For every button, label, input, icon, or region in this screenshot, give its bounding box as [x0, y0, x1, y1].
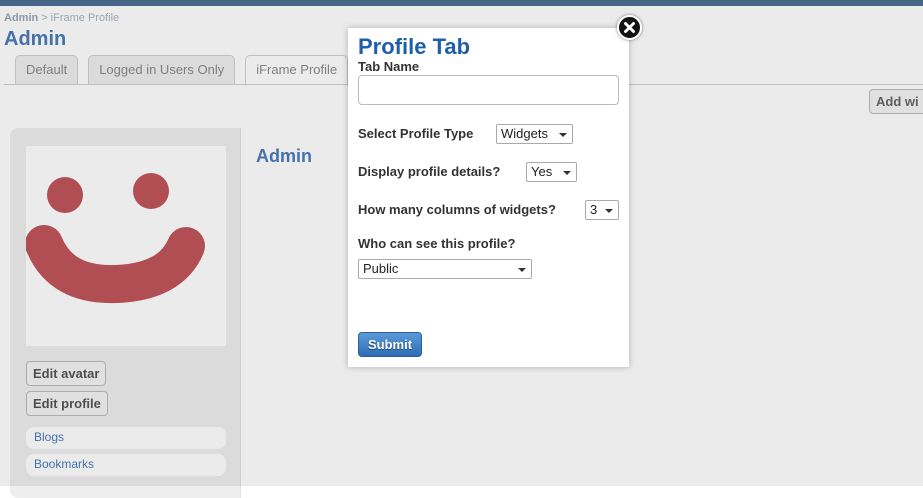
- close-modal-button[interactable]: [617, 15, 642, 40]
- profile-type-value: Widgets: [501, 126, 548, 141]
- display-details-label: Display profile details?: [358, 164, 501, 179]
- close-icon: [624, 22, 635, 33]
- chevron-down-icon: [518, 268, 526, 272]
- chevron-down-icon: [605, 209, 613, 213]
- tab-name-input[interactable]: [358, 75, 619, 105]
- visibility-label: Who can see this profile?: [358, 236, 516, 251]
- columns-label: How many columns of widgets?: [358, 202, 556, 217]
- columns-select[interactable]: 3: [585, 200, 619, 220]
- visibility-value: Public: [363, 261, 399, 276]
- chevron-down-icon: [559, 133, 567, 137]
- chevron-down-icon: [563, 171, 571, 175]
- display-details-select[interactable]: Yes: [526, 162, 577, 182]
- modal-title: Profile Tab: [358, 34, 471, 59]
- profile-type-select[interactable]: Widgets: [496, 124, 573, 144]
- profile-tab-modal: Profile Tab Tab Name Select Profile Type…: [348, 28, 629, 367]
- profile-type-label: Select Profile Type: [358, 126, 474, 141]
- columns-value: 3: [590, 202, 598, 217]
- submit-button[interactable]: Submit: [358, 332, 422, 357]
- tab-name-label: Tab Name: [358, 59, 420, 74]
- display-details-value: Yes: [531, 164, 553, 179]
- visibility-select[interactable]: Public: [358, 259, 532, 279]
